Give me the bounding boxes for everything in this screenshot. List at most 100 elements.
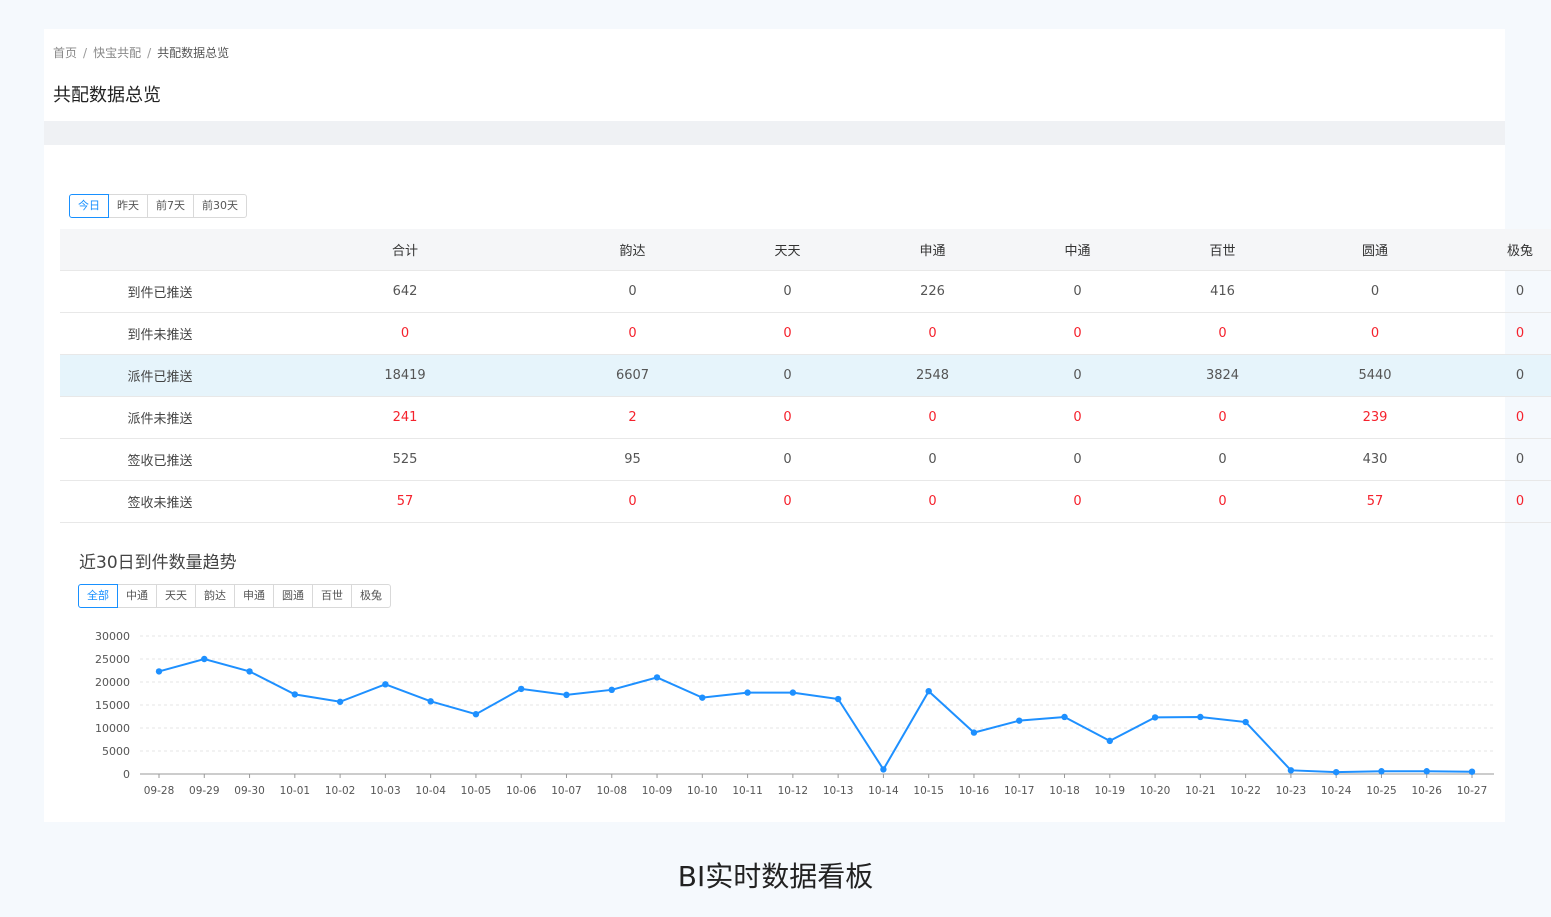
y-tick-label: 25000 [95,653,130,666]
data-point [1242,718,1249,726]
breadcrumb-home[interactable]: 首页 [53,46,77,60]
table-cell: 0 [715,438,860,481]
x-tick-label: 10-11 [732,785,763,797]
x-tick-label: 10-08 [597,785,628,797]
table-cell: 5440 [1295,354,1455,397]
table-cell: 0 [1455,354,1551,397]
x-tick-label: 10-19 [1095,785,1126,797]
table-cell: 239 [1295,396,1455,439]
y-tick-label: 5000 [102,745,130,758]
table-row[interactable]: 到件未推送 0 0 0 0 0 0 0 0 [60,312,1551,355]
main-panel: 今日 昨天 前7天 前30天 合计 韵达 天天 申通 中通 百世 圆通 极兔 到件已推送 642 0 0 2… [44,145,1551,822]
table-cell: 0 [1005,312,1150,355]
table-cell: 0 [1455,480,1551,523]
data-point [1468,768,1476,775]
carrier-tab-7[interactable]: 极兔 [351,584,391,608]
table-cell: 0 [860,480,1005,523]
breadcrumb-separator: / [83,46,88,60]
table-cell: 57 [1295,480,1455,523]
column-header: 极兔 [1455,229,1551,271]
row-label: 到件已推送 [60,270,260,313]
date-tab-0[interactable]: 今日 [69,194,109,218]
table-cell: 18419 [260,354,550,397]
date-tab-1[interactable]: 昨天 [108,194,148,218]
data-point [1332,768,1340,776]
carrier-tab-6[interactable]: 百世 [312,584,352,608]
data-point [880,766,887,773]
table-cell: 57 [260,480,550,523]
column-header: 中通 [1005,229,1150,271]
date-tab-3[interactable]: 前30天 [193,194,247,218]
table-cell: 0 [860,312,1005,355]
breadcrumb: 首页 / 快宝共配 / 共配数据总览 [53,44,229,61]
x-tick-label: 10-06 [506,785,537,797]
column-header [60,229,260,271]
table-cell: 2548 [860,354,1005,397]
carrier-tab-5[interactable]: 圆通 [273,584,313,608]
x-tick-label: 10-16 [959,785,990,797]
row-label: 到件未推送 [60,312,260,355]
x-tick-label: 10-05 [461,785,492,797]
date-tab-2[interactable]: 前7天 [147,194,194,218]
x-tick-label: 10-14 [868,785,899,797]
column-header: 申通 [860,229,1005,271]
column-header: 合计 [260,229,550,271]
breadcrumb-section[interactable]: 快宝共配 [93,46,141,60]
carrier-tab-2[interactable]: 天天 [156,584,196,608]
column-header: 百世 [1150,229,1295,271]
table-row[interactable]: 签收已推送 525 95 0 0 0 0 430 0 [60,438,1551,481]
x-tick-label: 09-28 [144,785,175,797]
table-cell: 0 [1005,438,1150,481]
table-cell: 241 [260,396,550,439]
data-point [1061,713,1068,721]
x-tick-label: 10-20 [1140,785,1171,797]
table-cell: 0 [715,270,860,313]
data-point [744,689,751,696]
table-cell: 0 [1455,270,1551,313]
column-header: 圆通 [1295,229,1455,271]
row-label: 派件未推送 [60,396,260,439]
table-cell: 2 [550,396,715,439]
data-point [1423,768,1430,775]
x-tick-label: 10-25 [1366,785,1397,797]
column-header: 韵达 [550,229,715,271]
x-tick-label: 10-12 [778,785,809,797]
x-tick-label: 10-21 [1185,785,1216,797]
data-point [970,729,978,736]
data-point [155,668,163,675]
table-cell: 0 [715,396,860,439]
carrier-filter-tabs: 全部 中通 天天 韵达 申通 圆通 百世 极兔 [78,584,391,608]
table-cell: 0 [715,312,860,355]
chart-title: 近30日到件数量趋势 [79,553,237,573]
data-point [518,685,525,693]
carrier-tab-3[interactable]: 韵达 [195,584,235,608]
push-stats-table: 合计 韵达 天天 申通 中通 百世 圆通 极兔 到件已推送 642 0 0 226 0 416 0 0 到件未推… [60,229,1551,523]
table-row[interactable]: 到件已推送 642 0 0 226 0 416 0 0 [60,270,1551,313]
breadcrumb-separator: / [147,46,152,60]
x-tick-label: 10-01 [280,785,311,797]
table-cell: 0 [860,438,1005,481]
table-row[interactable]: 签收未推送 57 0 0 0 0 0 57 0 [60,480,1551,523]
x-tick-label: 10-07 [551,785,582,797]
x-tick-label: 10-09 [642,785,673,797]
y-tick-label: 15000 [95,699,130,712]
table-cell: 416 [1150,270,1295,313]
table-cell: 0 [1295,270,1455,313]
x-tick-label: 10-26 [1411,785,1442,797]
data-point [834,695,842,703]
data-point [699,694,706,701]
table-row[interactable]: 派件已推送 18419 6607 0 2548 0 3824 5440 0 [60,354,1551,397]
x-tick-label: 10-03 [370,785,401,797]
table-cell: 642 [260,270,550,313]
carrier-tab-0[interactable]: 全部 [78,584,118,608]
data-point [1378,768,1385,775]
table-cell: 95 [550,438,715,481]
y-tick-label: 10000 [95,722,130,735]
carrier-tab-4[interactable]: 申通 [234,584,274,608]
table-row[interactable]: 派件未推送 241 2 0 0 0 0 239 0 [60,396,1551,439]
section-divider [44,121,1505,145]
data-point [1197,713,1204,721]
carrier-tab-1[interactable]: 中通 [117,584,157,608]
y-tick-label: 0 [123,768,130,781]
table-cell: 3824 [1150,354,1295,397]
